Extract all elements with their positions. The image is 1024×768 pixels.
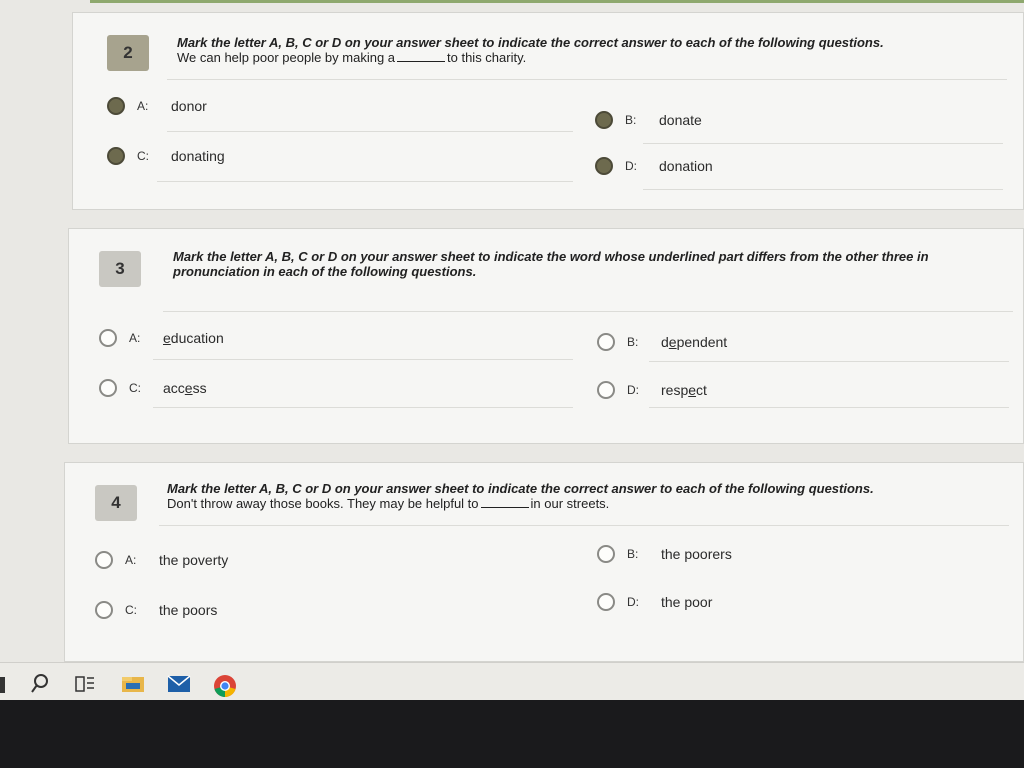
option-text: the poverty — [159, 552, 229, 568]
question-stem: We can help poor people by making a to th… — [177, 50, 997, 65]
option-text: the poor — [661, 594, 713, 610]
option-d[interactable]: D: the poor — [597, 593, 712, 611]
radio-button[interactable] — [597, 545, 615, 563]
question-card-2: 2 Mark the letter A, B, C or D on your a… — [72, 12, 1024, 210]
option-letter: D: — [625, 159, 637, 173]
search-icon[interactable] — [30, 673, 50, 700]
monitor-bezel — [0, 700, 1024, 768]
question-number: 2 — [107, 35, 149, 71]
option-text: access — [163, 380, 207, 396]
option-underline — [643, 189, 1003, 190]
divider — [163, 311, 1013, 312]
question-text: Mark the letter A, B, C or D on your ans… — [177, 35, 997, 65]
question-card-3: 3 Mark the letter A, B, C or D on your a… — [68, 228, 1024, 444]
stem-before: Don't throw away those books. They may b… — [167, 496, 479, 511]
option-text: donor — [171, 98, 207, 114]
option-text: the poorers — [661, 546, 732, 562]
option-text: education — [163, 330, 224, 346]
radio-button[interactable] — [597, 593, 615, 611]
file-explorer-icon[interactable] — [120, 673, 146, 700]
radio-button[interactable] — [107, 97, 125, 115]
radio-button[interactable] — [99, 329, 117, 347]
option-b[interactable]: B: the poorers — [597, 545, 732, 563]
radio-button[interactable] — [95, 601, 113, 619]
question-text: Mark the letter A, B, C or D on your ans… — [173, 249, 1013, 279]
stem-after: to this charity. — [447, 50, 527, 65]
option-text: the poors — [159, 602, 218, 618]
option-letter: B: — [627, 335, 639, 349]
option-text: donating — [171, 148, 225, 164]
option-a[interactable]: A: donor — [107, 97, 207, 115]
top-accent-line — [90, 0, 1024, 3]
option-letter: C: — [129, 381, 141, 395]
answer-blank — [397, 51, 446, 62]
option-letter: A: — [137, 99, 149, 113]
question-text: Mark the letter A, B, C or D on your ans… — [167, 481, 987, 511]
option-letter: D: — [627, 595, 639, 609]
option-a[interactable]: A: education — [99, 329, 224, 347]
radio-button[interactable] — [95, 551, 113, 569]
radio-button[interactable] — [597, 333, 615, 351]
option-underline — [167, 131, 573, 132]
answer-blank — [480, 497, 529, 508]
option-letter: C: — [137, 149, 149, 163]
underlined-part: e — [184, 380, 193, 396]
option-text: donate — [659, 112, 702, 128]
radio-button[interactable] — [99, 379, 117, 397]
radio-button[interactable] — [597, 381, 615, 399]
option-underline — [649, 407, 1009, 408]
underlined-part: e — [163, 330, 171, 346]
option-underline — [649, 361, 1009, 362]
option-underline — [157, 181, 573, 182]
option-text: donation — [659, 158, 713, 174]
option-letter: C: — [125, 603, 137, 617]
browser-page: 2 Mark the letter A, B, C or D on your a… — [0, 0, 1024, 700]
option-letter: B: — [625, 113, 637, 127]
option-underline — [153, 359, 573, 360]
option-letter: A: — [129, 331, 141, 345]
radio-button[interactable] — [107, 147, 125, 165]
option-d[interactable]: D: respect — [597, 381, 707, 399]
option-a[interactable]: A: the poverty — [95, 551, 228, 569]
underlined-part: e — [668, 334, 677, 350]
option-letter: D: — [627, 383, 639, 397]
option-letter: A: — [125, 553, 137, 567]
question-instruction: Mark the letter A, B, C or D on your ans… — [167, 481, 874, 496]
divider — [167, 79, 1007, 80]
option-underline — [153, 407, 573, 408]
underlined-part: e — [688, 382, 697, 398]
radio-button[interactable] — [595, 157, 613, 175]
question-number: 4 — [95, 485, 137, 521]
option-text: respect — [661, 382, 707, 398]
question-instruction: Mark the letter A, B, C or D on your ans… — [177, 35, 884, 50]
option-c[interactable]: C: donating — [107, 147, 225, 165]
stem-before: We can help poor people by making a — [177, 50, 396, 65]
option-letter: B: — [627, 547, 639, 561]
option-c[interactable]: C: the poors — [95, 601, 217, 619]
task-view-icon[interactable] — [74, 673, 96, 700]
divider — [159, 525, 1009, 526]
option-b[interactable]: B: dependent — [597, 333, 727, 351]
mail-icon[interactable] — [166, 673, 192, 700]
option-c[interactable]: C: access — [99, 379, 207, 397]
option-underline — [643, 143, 1003, 144]
option-d[interactable]: D: donation — [595, 157, 713, 175]
question-instruction: Mark the letter A, B, C or D on your ans… — [173, 249, 929, 279]
option-text: dependent — [661, 334, 728, 350]
question-number: 3 — [99, 251, 141, 287]
option-b[interactable]: B: donate — [595, 111, 702, 129]
radio-button[interactable] — [595, 111, 613, 129]
stem-after: in our streets. — [530, 496, 610, 511]
start-button-edge[interactable] — [0, 677, 5, 693]
question-card-4: 4 Mark the letter A, B, C or D on your a… — [64, 462, 1024, 662]
question-stem: Don't throw away those books. They may b… — [167, 496, 987, 511]
